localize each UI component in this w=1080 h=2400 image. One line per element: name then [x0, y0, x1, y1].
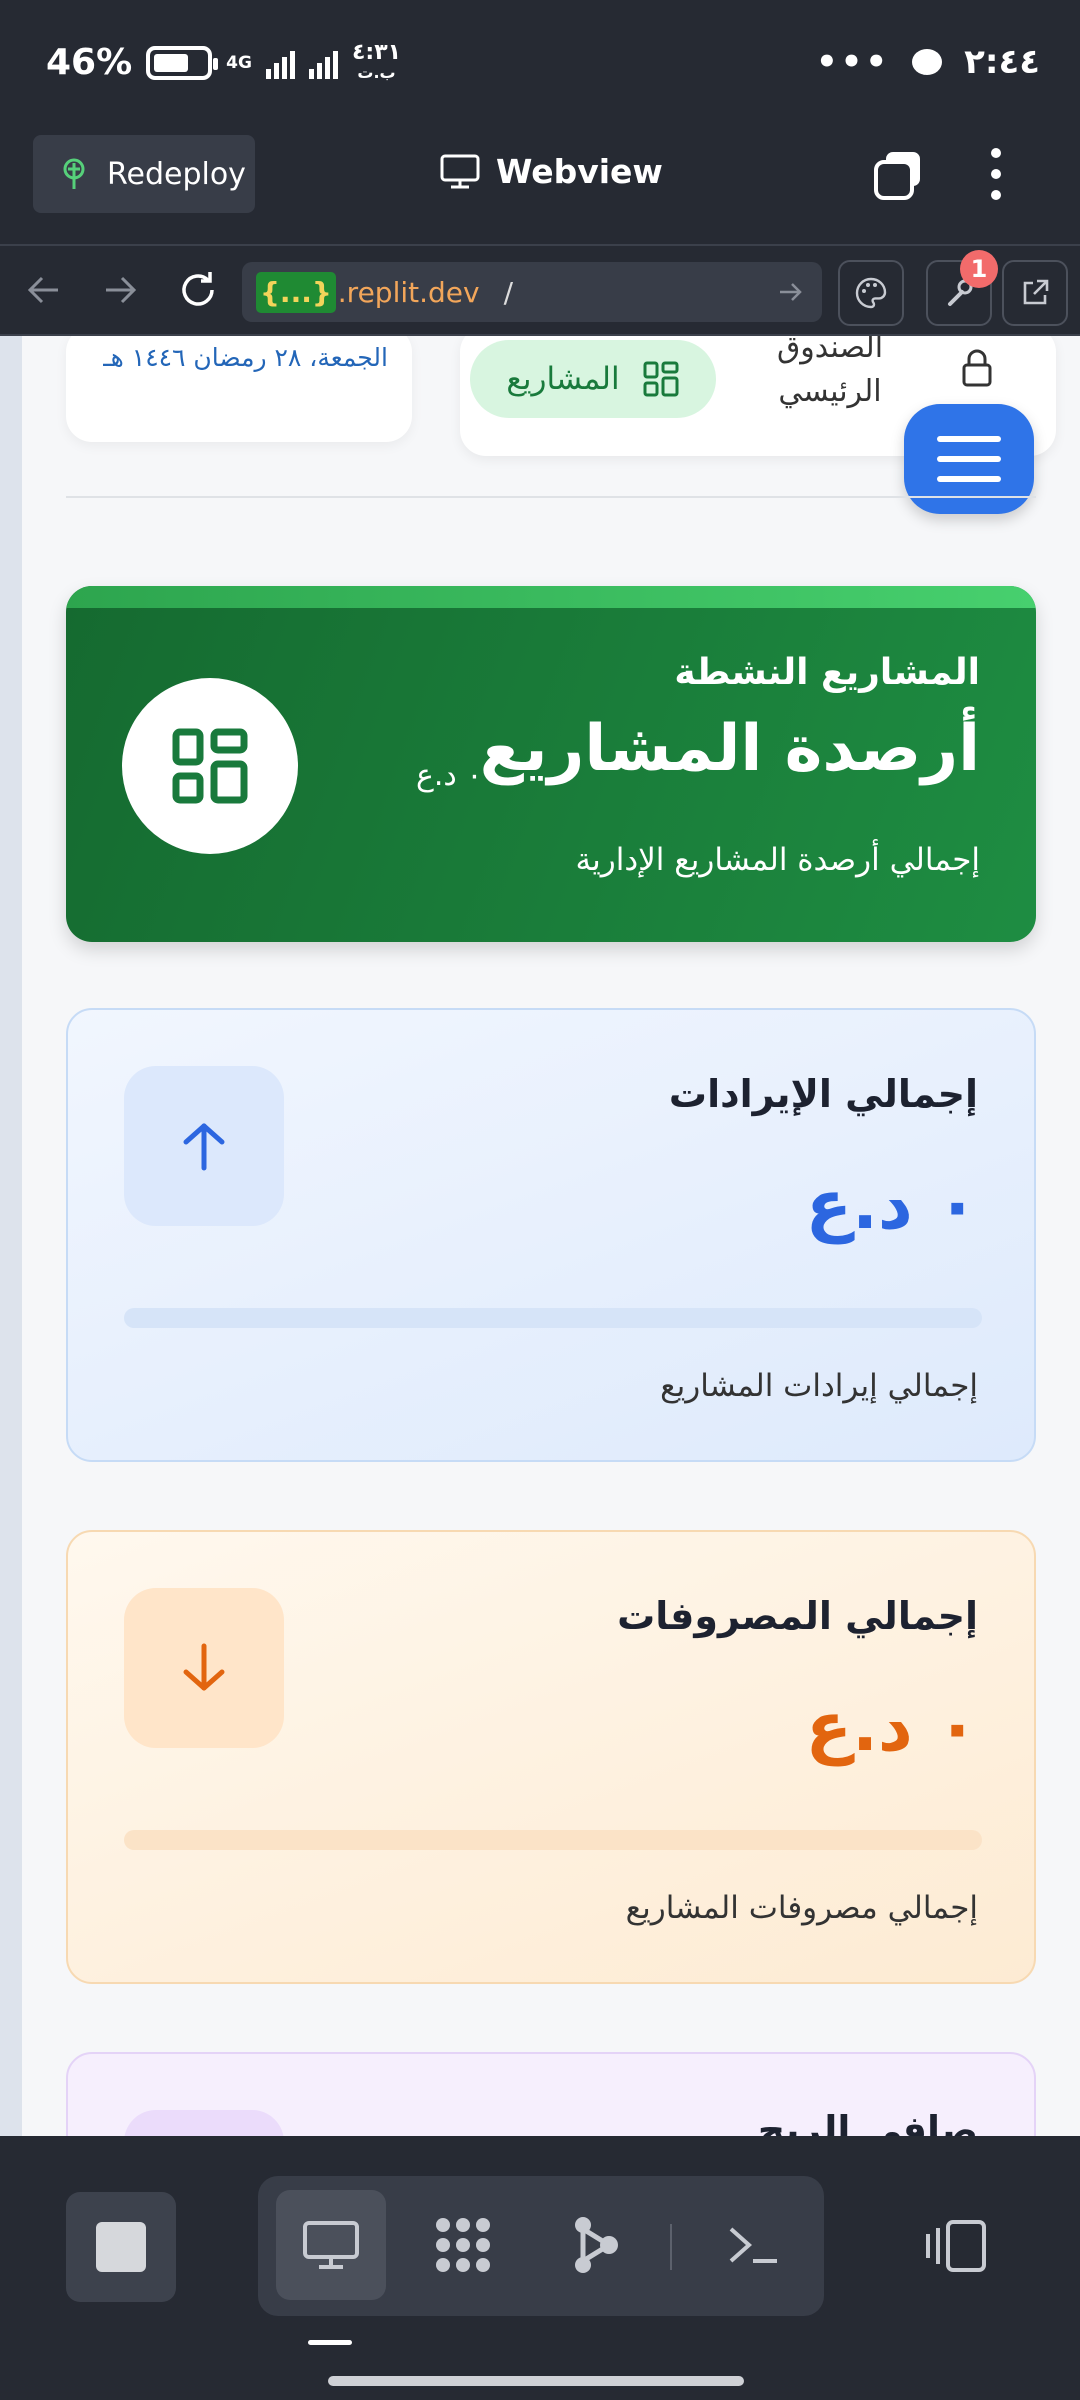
redeploy-button[interactable]: Redeploy — [33, 135, 255, 213]
projects-chip[interactable]: المشاريع — [470, 340, 716, 418]
main-fund-label[interactable]: الصندوق الرئيسي — [760, 336, 900, 414]
status-bar: 46% 4G ٤:٣١ ب.ت ••• ٢:٤٤ — [0, 0, 1080, 130]
dashboard-icon — [172, 728, 248, 804]
back-arrow-icon[interactable] — [20, 266, 68, 314]
project-balances-amount: ٠ د.ع — [416, 758, 483, 793]
project-balance-card[interactable]: المشاريع النشطة أرصدة المشاريع ٠ د.ع إجم… — [66, 586, 1036, 942]
go-arrow-icon[interactable] — [776, 278, 804, 306]
theme-button[interactable] — [838, 260, 904, 326]
expenses-title: إجمالي المصروفات — [617, 1594, 978, 1638]
home-indicator[interactable] — [328, 2376, 744, 2386]
url-input[interactable]: {...} .replit.dev / — [242, 262, 822, 322]
dashboard-icon — [643, 361, 679, 397]
revenue-icon-box — [124, 1066, 284, 1226]
url-pill: {...} — [256, 271, 336, 313]
battery-percent: 46% — [46, 42, 133, 83]
url-path: / — [503, 275, 514, 309]
url-bar: {...} .replit.dev / 1 — [0, 246, 1080, 336]
bottom-toolbar — [0, 2136, 1080, 2400]
balance-icon-circle — [122, 678, 298, 854]
grid-dots-icon — [436, 2218, 490, 2272]
expenses-description: إجمالي مصروفات المشاريع — [625, 1890, 978, 1926]
revenue-description: إجمالي إيرادات المشاريع — [660, 1368, 978, 1404]
more-notifications-icon: ••• — [815, 42, 891, 82]
monitor-icon — [440, 154, 480, 188]
revenue-progress-bar — [124, 1308, 982, 1328]
date-card: الجمعة، ٢٨ رمضان ١٤٤٦ هـ — [66, 336, 412, 442]
tool-switcher — [258, 2176, 824, 2316]
stop-icon — [96, 2222, 146, 2272]
status-left-time: ٤:٣١ — [351, 40, 402, 65]
card-accent-stripe — [66, 586, 1036, 608]
network-type: 4G — [226, 52, 252, 73]
divider — [66, 496, 1036, 498]
status-right: ••• ٢:٤٤ — [816, 42, 1040, 82]
battery-icon — [146, 45, 219, 80]
net-profit-icon-box — [124, 2110, 284, 2136]
expenses-card[interactable]: إجمالي المصروفات ٠ د.ع إجمالي مصروفات ال… — [66, 1530, 1036, 1984]
git-tool-button[interactable] — [540, 2190, 650, 2300]
terminal-icon — [729, 2227, 777, 2263]
external-link-icon — [1023, 279, 1049, 305]
webview-tab[interactable]: Webview — [440, 152, 663, 191]
toolbar-separator — [670, 2224, 672, 2270]
branch-icon — [575, 2217, 618, 2273]
signal-icon — [265, 47, 295, 79]
signal-icon-2 — [308, 47, 338, 79]
expenses-progress-bar — [124, 1830, 982, 1850]
apps-tool-button[interactable] — [408, 2190, 518, 2300]
webview-label: Webview — [496, 152, 663, 191]
project-balances-description: إجمالي أرصدة المشاريع الإدارية — [575, 842, 980, 878]
revenue-amount: ٠ د.ع — [805, 1166, 978, 1245]
replit-toolbar: Redeploy Webview — [0, 130, 1080, 246]
more-options-icon[interactable] — [990, 148, 1002, 204]
expenses-amount: ٠ د.ع — [805, 1688, 978, 1767]
arrow-up-icon — [183, 1123, 225, 1171]
stop-button[interactable] — [66, 2192, 176, 2302]
net-profit-card[interactable]: صافي الربح — [66, 2052, 1036, 2136]
open-external-button[interactable] — [1002, 260, 1068, 326]
arrow-down-icon — [183, 1643, 225, 1691]
notification-badge: 1 — [960, 250, 998, 288]
shell-tool-button[interactable] — [698, 2190, 808, 2300]
revenue-title: إجمالي الإيرادات — [668, 1072, 978, 1116]
project-balances-title: أرصدة المشاريع — [479, 712, 980, 786]
chat-bubble-icon — [912, 49, 943, 75]
lock-icon — [962, 349, 992, 387]
devtools-button[interactable]: 1 — [926, 250, 998, 326]
expenses-icon-box — [124, 1588, 284, 1748]
net-profit-title: صافي الربح — [757, 2108, 978, 2136]
hijri-date: الجمعة، ٢٨ رمضان ١٤٤٦ هـ — [103, 343, 388, 372]
split-view-icon[interactable] — [924, 2218, 990, 2274]
active-projects-label: المشاريع النشطة — [674, 652, 980, 693]
revenue-card[interactable]: إجمالي الإيرادات ٠ د.ع إجمالي إيرادات ال… — [66, 1008, 1036, 1462]
status-left: 46% 4G ٤:٣١ ب.ت — [46, 40, 402, 84]
reload-icon[interactable] — [174, 266, 222, 314]
webview-tool-button[interactable] — [276, 2190, 386, 2300]
forward-arrow-icon[interactable] — [96, 266, 144, 314]
status-left-time-suffix: ب.ت — [357, 63, 396, 82]
palette-icon — [855, 277, 887, 309]
projects-chip-label: المشاريع — [506, 361, 620, 397]
deploy-icon — [63, 158, 85, 189]
redeploy-label: Redeploy — [107, 156, 246, 192]
tabs-icon[interactable] — [872, 150, 924, 202]
url-host: .replit.dev — [337, 275, 480, 309]
status-time: ٢:٤٤ — [964, 42, 1040, 82]
tab-indicator — [308, 2340, 352, 2345]
monitor-icon — [303, 2221, 359, 2269]
menu-icon — [937, 436, 1001, 442]
webview-viewport: الجمعة، ٢٨ رمضان ١٤٤٦ هـ المشاريع الصندو… — [0, 336, 1080, 2136]
